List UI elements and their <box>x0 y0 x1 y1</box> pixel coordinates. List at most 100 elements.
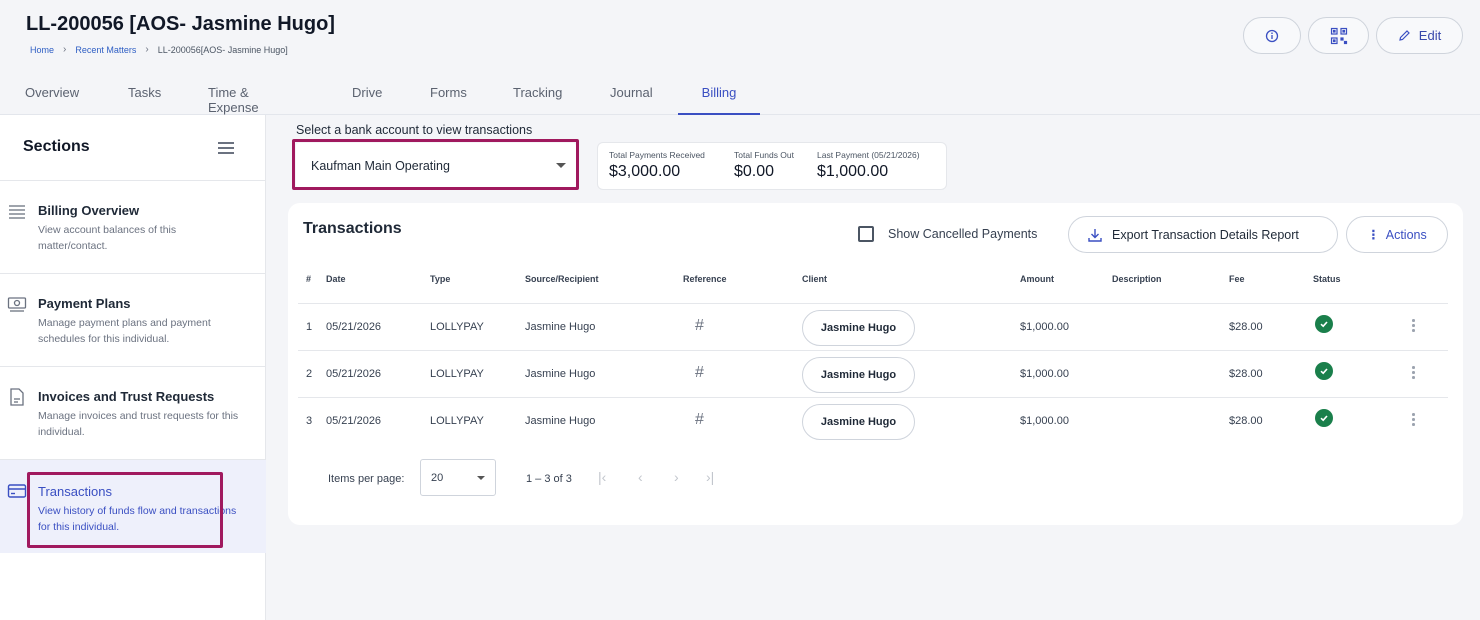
column-header: Source/Recipient <box>525 274 599 284</box>
tab-tracking[interactable]: Tracking <box>513 76 562 115</box>
tab-drive[interactable]: Drive <box>352 76 382 115</box>
column-header: Reference <box>683 274 727 284</box>
bank-select-label: Select a bank account to view transactio… <box>296 123 533 137</box>
row-menu-icon[interactable] <box>1412 366 1416 380</box>
tab-journal[interactable]: Journal <box>610 76 653 115</box>
caret-down-icon <box>477 476 485 480</box>
actions-label: Actions <box>1385 227 1427 242</box>
hamburger-menu-icon[interactable] <box>218 142 234 154</box>
row-type: LOLLYPAY <box>430 321 484 333</box>
transactions-highlight-box <box>27 472 223 548</box>
info-button[interactable] <box>1243 17 1301 54</box>
card-icon <box>7 484 27 498</box>
breadcrumb-current: LL-200056[AOS- Jasmine Hugo] <box>157 44 288 55</box>
qr-code-icon <box>1330 27 1347 44</box>
pencil-icon <box>1399 30 1410 41</box>
column-header: Date <box>326 274 346 284</box>
sidebar-title: Sections <box>23 138 90 155</box>
export-report-button[interactable]: Export Transaction Details Report <box>1068 216 1338 253</box>
column-header: Client <box>802 274 828 284</box>
row-source: Jasmine Hugo <box>525 415 596 427</box>
transactions-card: Transactions Show Cancelled Payments Exp… <box>288 203 1463 525</box>
document-icon <box>10 388 24 406</box>
summary-received: Total Payments Received $3,000.00 <box>609 150 705 180</box>
actions-button[interactable]: ⋮ Actions <box>1346 216 1448 253</box>
sidebar-item-desc: View account balances of this matter/con… <box>38 224 177 252</box>
money-icon <box>7 297 27 312</box>
breadcrumb-recent-matters-link[interactable]: Recent Matters <box>75 45 136 55</box>
page-header: LL-200056 [AOS- Jasmine Hugo] Home › Rec… <box>0 0 1480 115</box>
summary-funds-out: Total Funds Out $0.00 <box>734 150 795 180</box>
row-fee: $28.00 <box>1229 415 1263 427</box>
client-button[interactable]: Jasmine Hugo <box>802 357 915 393</box>
tab-overview[interactable]: Overview <box>25 76 79 115</box>
reference-link[interactable]: # <box>695 411 704 429</box>
client-button[interactable]: Jasmine Hugo <box>802 310 915 346</box>
show-cancelled-checkbox[interactable] <box>858 226 874 242</box>
reference-link[interactable]: # <box>695 317 704 335</box>
column-header: Amount <box>1020 274 1054 284</box>
sidebar-item-desc: Manage payment plans and payment schedul… <box>38 317 211 345</box>
bank-select-highlight-box <box>292 139 579 190</box>
last-page-icon[interactable]: ›| <box>706 469 714 485</box>
row-date: 05/21/2026 <box>326 415 382 427</box>
summary-last-payment: Last Payment (05/21/2026) $1,000.00 <box>817 150 920 180</box>
pager-range: 1 – 3 of 3 <box>526 473 572 485</box>
edit-button[interactable]: Edit <box>1376 17 1463 54</box>
row-number: 2 <box>306 368 313 380</box>
list-icon <box>9 205 25 219</box>
kebab-icon: ⋮ <box>1367 228 1380 242</box>
items-per-page-label: Items per page: <box>328 473 405 485</box>
download-icon <box>1088 228 1102 242</box>
column-header: Fee <box>1229 274 1245 284</box>
sidebar-item-invoices-trust[interactable]: Invoices and Trust Requests Manage invoi… <box>0 366 266 459</box>
row-source: Jasmine Hugo <box>525 321 596 333</box>
info-icon <box>1265 29 1279 42</box>
previous-page-icon[interactable]: ‹ <box>638 469 643 485</box>
transactions-title: Transactions <box>303 220 402 237</box>
qr-code-button[interactable] <box>1308 17 1369 54</box>
row-amount: $1,000.00 <box>1020 321 1069 333</box>
table-row: 1 05/21/2026 LOLLYPAY Jasmine Hugo # Jas… <box>298 303 1448 350</box>
sidebar-item-payment-plans[interactable]: Payment Plans Manage payment plans and p… <box>0 273 266 366</box>
row-amount: $1,000.00 <box>1020 368 1069 380</box>
row-date: 05/21/2026 <box>326 321 382 333</box>
row-fee: $28.00 <box>1229 321 1263 333</box>
sidebar-item-title: Invoices and Trust Requests <box>38 389 215 404</box>
check-circle-icon <box>1315 315 1333 333</box>
sidebar-item-title: Billing Overview <box>38 203 140 218</box>
breadcrumb: Home › Recent Matters › LL-200056[AOS- J… <box>30 44 288 55</box>
table-row: 2 05/21/2026 LOLLYPAY Jasmine Hugo # Jas… <box>298 350 1448 397</box>
payment-summary: Total Payments Received $3,000.00 Total … <box>597 142 947 190</box>
row-source: Jasmine Hugo <box>525 368 596 380</box>
items-per-page-select[interactable]: 20 <box>420 459 496 496</box>
client-button[interactable]: Jasmine Hugo <box>802 404 915 440</box>
column-header: # <box>306 274 312 284</box>
breadcrumb-home-link[interactable]: Home <box>30 45 54 55</box>
column-header: Description <box>1112 274 1162 284</box>
tab-time-expense[interactable]: Time & Expense <box>208 76 259 115</box>
items-per-page-value: 20 <box>431 471 444 484</box>
tab-forms[interactable]: Forms <box>430 76 467 115</box>
chevron-right-icon: › <box>63 44 67 55</box>
row-number: 3 <box>306 415 313 427</box>
next-page-icon[interactable]: › <box>674 469 679 485</box>
row-amount: $1,000.00 <box>1020 415 1069 427</box>
table-row: 3 05/21/2026 LOLLYPAY Jasmine Hugo # Jas… <box>298 397 1448 444</box>
first-page-icon[interactable]: |‹ <box>598 469 606 485</box>
tab-billing[interactable]: Billing <box>678 76 760 115</box>
check-circle-icon <box>1315 409 1333 427</box>
sidebar-item-title: Payment Plans <box>38 296 131 311</box>
row-number: 1 <box>306 321 313 333</box>
sidebar-item-billing-overview[interactable]: Billing Overview View account balances o… <box>0 180 266 273</box>
edit-button-label: Edit <box>1418 28 1442 43</box>
column-header: Type <box>430 274 451 284</box>
row-menu-icon[interactable] <box>1412 413 1416 427</box>
reference-link[interactable]: # <box>695 364 704 382</box>
row-type: LOLLYPAY <box>430 368 484 380</box>
show-cancelled-label[interactable]: Show Cancelled Payments <box>888 227 1037 241</box>
check-circle-icon <box>1315 362 1333 380</box>
sidebar-item-desc: Manage invoices and trust requests for t… <box>38 410 239 438</box>
tab-tasks[interactable]: Tasks <box>128 76 161 115</box>
row-menu-icon[interactable] <box>1412 319 1416 333</box>
